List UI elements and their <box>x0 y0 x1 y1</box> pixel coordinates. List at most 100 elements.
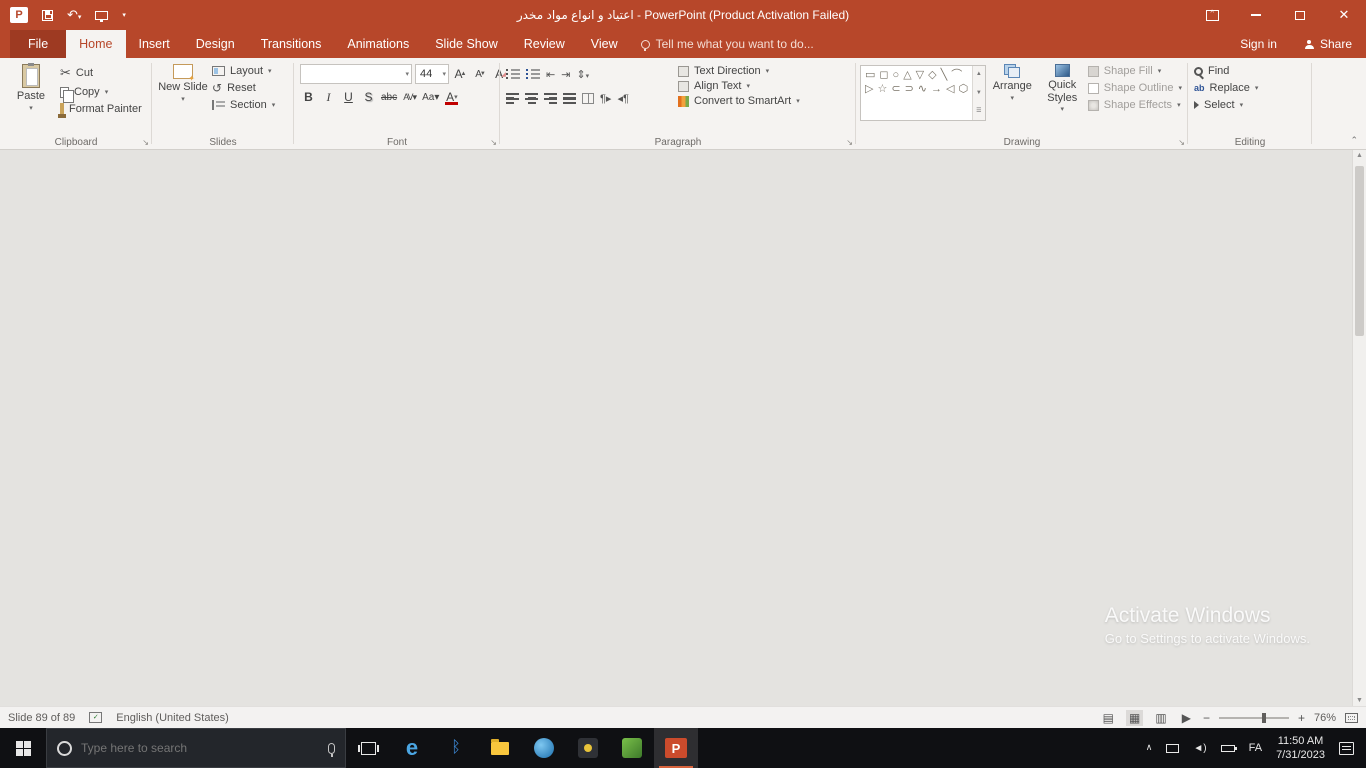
shape-icon-6[interactable]: ╲ <box>941 69 948 82</box>
shape-icon-3[interactable]: △ <box>903 69 911 82</box>
taskbar-search[interactable] <box>46 728 346 768</box>
sign-in-button[interactable]: Sign in <box>1226 37 1291 51</box>
paragraph-dialog-launcher[interactable]: ↘ <box>846 139 853 147</box>
zoom-slider-thumb[interactable] <box>1262 713 1266 723</box>
battery-tray-button[interactable] <box>1214 728 1242 768</box>
normal-view-button[interactable]: ▤ <box>1100 710 1117 726</box>
cut-button[interactable]: ✂Cut <box>60 65 142 81</box>
font-size-combo[interactable]: 44▾ <box>415 64 449 84</box>
layout-button[interactable]: Layout▾ <box>212 65 275 77</box>
shape-icon-14[interactable]: ◁ <box>946 83 954 96</box>
font-color-button[interactable]: A▾ <box>443 88 460 106</box>
shape-icon-4[interactable]: ▽ <box>916 69 924 82</box>
customize-qat-icon[interactable]: ▾ <box>122 11 126 19</box>
line-spacing-icon[interactable]: ⇕▾ <box>576 68 589 81</box>
character-spacing-button[interactable]: AV▾ <box>401 88 418 106</box>
replace-button[interactable]: abReplace▾ <box>1194 82 1258 94</box>
zoom-out-button[interactable]: − <box>1203 711 1210 725</box>
bullets-icon[interactable] <box>506 68 520 80</box>
underline-button[interactable]: U <box>340 88 357 106</box>
bold-button[interactable]: B <box>300 88 317 106</box>
font-name-combo[interactable]: ▾ <box>300 64 412 84</box>
italic-button[interactable]: I <box>320 88 337 106</box>
zoom-percentage[interactable]: 76% <box>1314 712 1336 724</box>
tab-slideshow[interactable]: Slide Show <box>422 30 511 58</box>
undo-button[interactable]: ↶▾ <box>67 6 81 24</box>
shape-icon-8[interactable]: ▷ <box>865 83 873 96</box>
powerpoint-taskbar-button[interactable]: P <box>654 728 698 768</box>
shape-icon-15[interactable]: ⬡ <box>958 83 968 96</box>
right-to-left-icon[interactable]: ◂¶ <box>617 92 628 105</box>
reset-button[interactable]: ↺Reset <box>212 82 275 94</box>
tab-animations[interactable]: Animations <box>334 30 422 58</box>
grow-font-button[interactable]: A▲ <box>452 65 469 83</box>
start-button[interactable] <box>0 728 46 768</box>
shape-icon-5[interactable]: ◇ <box>928 69 936 82</box>
increase-indent-icon[interactable]: ⇥ <box>561 68 570 81</box>
zoom-slider[interactable] <box>1219 717 1289 719</box>
strikethrough-button[interactable]: abc <box>380 88 398 106</box>
select-button[interactable]: Select▾ <box>1194 99 1258 111</box>
volume-tray-button[interactable]: ◄) <box>1186 728 1213 768</box>
tell-me-box[interactable]: Tell me what you want to do... <box>631 30 824 58</box>
shape-icon-2[interactable]: ○ <box>893 69 900 82</box>
align-right-icon[interactable] <box>544 92 557 104</box>
quick-styles-button[interactable]: Quick Styles▾ <box>1039 61 1086 114</box>
microphone-icon[interactable] <box>328 743 335 754</box>
drawing-dialog-launcher[interactable]: ↘ <box>1178 139 1185 147</box>
arrange-button[interactable]: Arrange▾ <box>986 61 1039 103</box>
slideshow-view-button[interactable]: ▶ <box>1179 710 1194 726</box>
numbering-icon[interactable] <box>526 68 540 80</box>
action-center-button[interactable] <box>1332 728 1361 768</box>
shape-icon-9[interactable]: ☆ <box>877 83 887 96</box>
tab-insert[interactable]: Insert <box>126 30 183 58</box>
network-tray-button[interactable] <box>1159 728 1186 768</box>
tab-review[interactable]: Review <box>511 30 578 58</box>
maximize-button[interactable] <box>1278 0 1322 30</box>
columns-icon[interactable] <box>582 93 594 104</box>
reading-view-button[interactable]: ▥ <box>1152 710 1169 726</box>
minimize-button[interactable] <box>1234 0 1278 30</box>
share-button[interactable]: Share <box>1291 37 1366 51</box>
justify-icon[interactable] <box>563 92 576 104</box>
shape-outline-button[interactable]: Shape Outline▾ <box>1088 82 1182 94</box>
tab-design[interactable]: Design <box>183 30 248 58</box>
format-painter-button[interactable]: Format Painter <box>60 103 142 115</box>
section-button[interactable]: Section▾ <box>212 99 275 111</box>
zoom-in-button[interactable]: + <box>1298 711 1305 725</box>
fit-to-window-icon[interactable] <box>1345 713 1358 723</box>
align-left-icon[interactable] <box>506 92 519 104</box>
shape-icon-0[interactable]: ▭ <box>865 69 875 82</box>
slide-indicator[interactable]: Slide 89 of 89 <box>8 712 75 724</box>
search-input[interactable] <box>81 741 319 755</box>
paste-button[interactable]: Paste▾ <box>4 61 58 113</box>
app-blue-button[interactable] <box>522 728 566 768</box>
slide-sorter-view-button[interactable]: ▦ <box>1126 710 1143 726</box>
shape-gallery[interactable]: ▲▼☰ ▭◻○△▽◇╲⌒▷☆⊂⊃∿→◁⬡ <box>860 65 986 121</box>
scroll-down-arrow-icon[interactable]: ▼ <box>1353 697 1366 704</box>
tray-expand-chevron-icon[interactable]: ∧ <box>1139 728 1160 768</box>
spell-check-icon[interactable]: ✓ <box>89 712 102 723</box>
find-button[interactable]: Find <box>1194 65 1258 77</box>
align-text-button[interactable]: Align Text▾ <box>678 80 800 92</box>
save-icon[interactable] <box>42 10 53 21</box>
decrease-indent-icon[interactable]: ⇤ <box>546 68 555 81</box>
edge-button[interactable]: e <box>390 728 434 768</box>
shape-icon-11[interactable]: ⊃ <box>905 83 914 96</box>
shape-fill-button[interactable]: Shape Fill▾ <box>1088 65 1182 77</box>
copy-button[interactable]: Copy▾ <box>60 86 142 98</box>
convert-smartart-button[interactable]: Convert to SmartArt▾ <box>678 95 800 107</box>
clock-tray-button[interactable]: 11:50 AM 7/31/2023 <box>1269 728 1332 768</box>
file-explorer-button[interactable] <box>478 728 522 768</box>
tab-transitions[interactable]: Transitions <box>248 30 335 58</box>
clipboard-dialog-launcher[interactable]: ↘ <box>142 139 149 147</box>
scroll-up-arrow-icon[interactable]: ▲ <box>1353 152 1366 159</box>
collapse-ribbon-icon[interactable]: ⌃ <box>1350 135 1358 146</box>
change-case-button[interactable]: Aa▾ <box>421 88 440 106</box>
tab-view[interactable]: View <box>578 30 631 58</box>
task-view-button[interactable] <box>346 728 390 768</box>
align-center-icon[interactable] <box>525 92 538 104</box>
close-button[interactable]: ✕ <box>1322 0 1366 30</box>
new-slide-button[interactable]: New Slide▾ <box>156 61 210 104</box>
app-green-button[interactable] <box>610 728 654 768</box>
